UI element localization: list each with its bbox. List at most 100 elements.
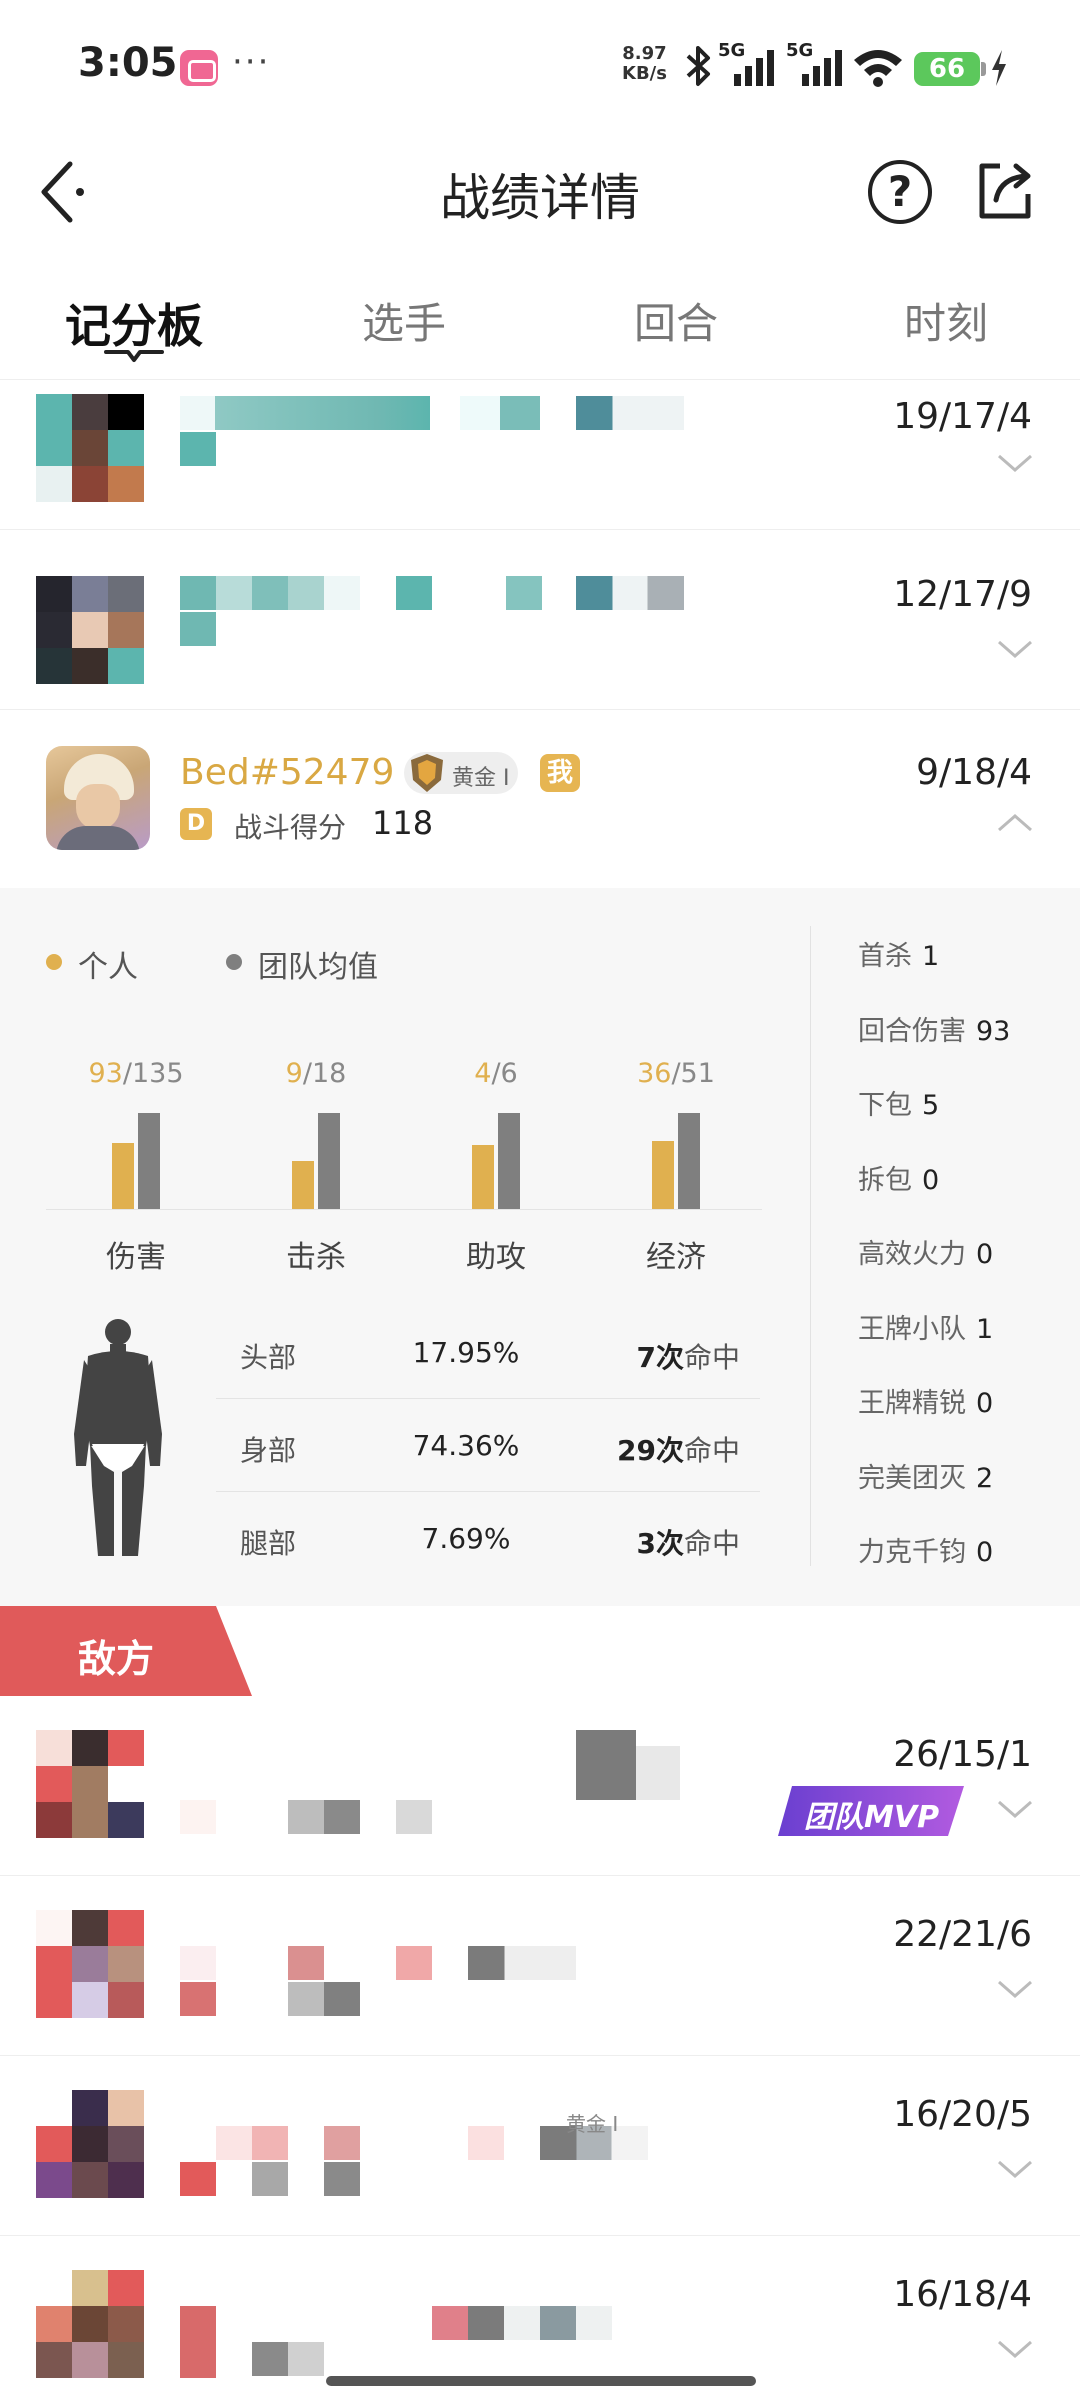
grade-badge: D <box>180 808 212 840</box>
hit-count-suffix: 命中 <box>683 1434 740 1467</box>
pixelated-player-name <box>216 2126 288 2160</box>
stat-value: 0 <box>922 1164 940 1196</box>
bar-value-label: 4/6 <box>436 1058 556 1089</box>
chevron-down-icon[interactable] <box>996 2158 1034 2180</box>
bar-value-label: 36/51 <box>616 1058 736 1089</box>
pixelated-player-name <box>180 576 360 610</box>
team-avg-value: /6 <box>491 1058 518 1089</box>
hit-count: 7次命中 <box>637 1336 741 1376</box>
tab-rounds[interactable]: 回合 <box>576 290 776 351</box>
stat-item: 王牌精锐 0 <box>858 1381 993 1420</box>
hit-row-head: 头部 17.95% 7次命中 <box>216 1306 760 1399</box>
body-figure-icon <box>74 1319 162 1556</box>
player-avatar <box>36 2090 144 2198</box>
pixelated-grade <box>180 432 216 466</box>
player-row[interactable]: 12/17/9 <box>0 530 1080 710</box>
pixelated-name-fragment <box>288 1946 324 1980</box>
stat-value: 0 <box>976 1537 994 1568</box>
pixelated-player-name <box>180 2306 216 2378</box>
pixelated-grade <box>180 1982 216 2016</box>
legend-dot-team-avg <box>226 954 242 970</box>
chevron-down-icon[interactable] <box>996 638 1034 660</box>
status-time: 3:05 <box>78 40 178 86</box>
charging-icon <box>992 50 1006 86</box>
status-bar: 3:05 ··· 8.97 KB/s 5G 5G 66 <box>0 0 1080 130</box>
share-icon[interactable] <box>974 160 1036 222</box>
tab-bar: 记分板 选手 回合 时刻 <box>0 270 1080 380</box>
team-avg-bar <box>138 1113 160 1209</box>
hit-count-value: 3次 <box>636 1527 684 1560</box>
chevron-down-icon[interactable] <box>996 1978 1034 2000</box>
pixelated-grade <box>180 612 216 646</box>
player-avatar <box>36 576 144 684</box>
player-kda: 9/18/4 <box>916 752 1032 793</box>
pixelated-grade <box>180 2162 216 2196</box>
hit-part-label: 身部 <box>240 1434 297 1467</box>
hit-count-suffix: 命中 <box>683 1527 740 1560</box>
team-avg-value: /135 <box>122 1058 184 1089</box>
network-speed-unit: KB/s <box>622 63 667 84</box>
bilibili-app-icon <box>180 50 218 86</box>
personal-bar <box>112 1143 134 1209</box>
player-kda: 22/21/6 <box>893 1914 1032 1955</box>
player-kda: 19/17/4 <box>893 396 1032 437</box>
battery-nub <box>981 62 986 76</box>
hit-percentage: 74.36% <box>412 1429 520 1462</box>
player-avatar <box>36 1730 144 1838</box>
chevron-up-icon[interactable] <box>996 812 1034 834</box>
panel-divider <box>810 926 811 1566</box>
chevron-down-icon[interactable] <box>996 452 1034 474</box>
personal-value: 4 <box>474 1058 492 1089</box>
network-speed: 8.97 KB/s <box>622 44 667 84</box>
stat-label: 首杀 <box>858 941 912 972</box>
pixelated-name-fragment <box>460 396 540 430</box>
hit-part-label: 头部 <box>240 1341 297 1374</box>
chart-baseline <box>46 1209 762 1210</box>
player-row[interactable]: 19/17/4 <box>0 380 1080 530</box>
hit-percentage: 17.95% <box>412 1336 520 1369</box>
help-button[interactable]: ? <box>868 160 932 224</box>
stat-value: 0 <box>976 1239 994 1270</box>
pixelated-score <box>252 2342 324 2376</box>
hit-count-value: 7次 <box>636 1341 684 1374</box>
enemy-player-row[interactable]: 22/21/6 <box>0 1876 1080 2056</box>
pixelated-player-name <box>180 396 430 430</box>
hit-percentage: 7.69% <box>421 1522 511 1555</box>
chevron-down-icon[interactable] <box>996 1798 1034 1820</box>
rank-text: 黄金 I <box>452 766 510 791</box>
pixelated-score-fragment <box>324 2162 360 2196</box>
personal-value: 93 <box>88 1058 123 1089</box>
me-badge: 我 <box>540 754 580 792</box>
tab-scoreboard[interactable]: 记分板 <box>34 290 234 356</box>
header-bar: 战绩详情 ? <box>0 130 1080 260</box>
signal-strength-icon-2 <box>802 50 842 86</box>
stat-value: 2 <box>976 1462 994 1494</box>
rank-badge: 黄金 I <box>404 752 518 794</box>
self-player-row[interactable] <box>0 710 1080 888</box>
player-avatar <box>36 394 144 502</box>
network-speed-value: 8.97 <box>622 43 667 64</box>
pixelated-rank-badge <box>432 2306 612 2340</box>
tab-moments[interactable]: 时刻 <box>846 290 1046 351</box>
pixelated-score-fragment <box>396 1800 432 1834</box>
stat-label: 拆包 <box>858 1164 912 1196</box>
combat-score-value: 118 <box>372 804 434 842</box>
pixelated-rank-badge-fragment <box>636 1746 680 1800</box>
stat-value: 5 <box>922 1090 940 1121</box>
hit-count-value: 29次 <box>617 1434 684 1467</box>
signal-strength-icon <box>734 50 774 86</box>
hit-count: 3次命中 <box>637 1522 741 1562</box>
combat-score-label: 战斗得分 <box>234 811 347 844</box>
player-avatar <box>36 2270 144 2378</box>
stat-label: 完美团灭 <box>858 1462 966 1494</box>
home-indicator[interactable] <box>326 2376 756 2386</box>
enemy-player-row[interactable]: 黄金 I 16/20/5 <box>0 2056 1080 2236</box>
pixelated-score <box>252 2162 288 2196</box>
pixelated-name-fragment <box>506 576 542 610</box>
team-avg-bar <box>498 1113 520 1209</box>
personal-value: 9 <box>285 1058 303 1089</box>
chevron-down-icon[interactable] <box>996 2338 1034 2360</box>
player-kda: 26/15/1 <box>893 1734 1032 1775</box>
tab-players[interactable]: 选手 <box>304 290 504 351</box>
stat-label: 力克千钧 <box>858 1537 966 1568</box>
